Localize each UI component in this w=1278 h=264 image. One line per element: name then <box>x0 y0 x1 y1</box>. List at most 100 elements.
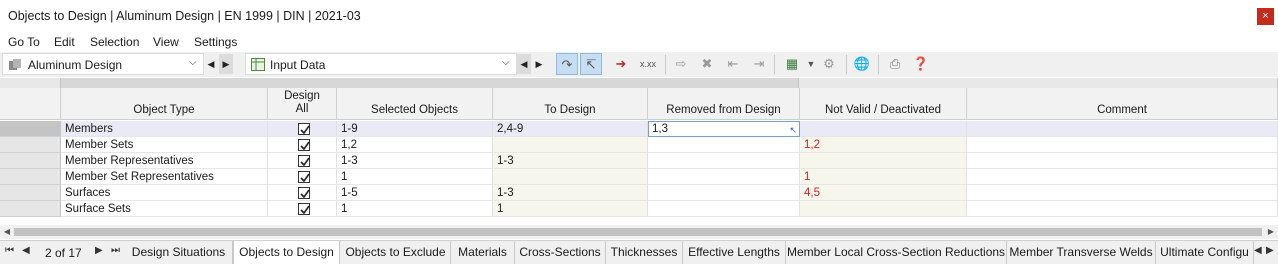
header-design-all[interactable]: Design All <box>268 88 337 120</box>
cell-comment[interactable] <box>967 137 1278 153</box>
module-combo[interactable]: Aluminum Design ⌵ <box>2 53 204 75</box>
tab-materials[interactable]: Materials <box>451 241 515 264</box>
cell-comment[interactable] <box>967 169 1278 185</box>
cell-type[interactable]: Member Sets <box>61 137 268 153</box>
globe-icon[interactable]: 🌐 <box>851 53 873 75</box>
cell-selected[interactable]: 1-3 <box>337 153 493 169</box>
cell-not-valid[interactable] <box>800 201 967 217</box>
cell-removed[interactable] <box>648 137 800 153</box>
design-all-checkbox[interactable] <box>298 171 310 183</box>
table-row[interactable]: Surfaces 1-5 1-3 4,5 <box>61 185 1278 201</box>
design-all-cell[interactable] <box>268 121 337 137</box>
select-in-graphics-icon[interactable]: ↷ <box>556 53 578 75</box>
tab-design-situations[interactable]: Design Situations <box>125 241 233 264</box>
row-header[interactable] <box>0 169 61 185</box>
cell-not-valid[interactable] <box>800 153 967 169</box>
cell-comment[interactable] <box>967 185 1278 201</box>
header-comment[interactable]: Comment <box>967 88 1278 120</box>
tabs-scroll-right-icon[interactable]: ▶ <box>1266 245 1274 256</box>
cell-to-design[interactable]: 1-3 <box>493 185 648 201</box>
cell-removed[interactable] <box>648 201 800 217</box>
cell-to-design[interactable] <box>493 169 648 185</box>
table-row[interactable]: Member Set Representatives 1 1 <box>61 169 1278 185</box>
menu-go-to[interactable]: Go To <box>8 35 40 49</box>
cell-removed[interactable] <box>648 185 800 201</box>
design-all-checkbox[interactable] <box>298 187 310 199</box>
cell-type[interactable]: Surfaces <box>61 185 268 201</box>
menu-settings[interactable]: Settings <box>194 35 237 49</box>
cell-type[interactable]: Members <box>61 121 268 137</box>
cell-removed[interactable] <box>648 169 800 185</box>
design-all-checkbox[interactable] <box>298 155 310 167</box>
cell-to-design[interactable]: 1 <box>493 201 648 217</box>
tab-cross-sections[interactable]: Cross-Sections <box>515 241 606 264</box>
horizontal-scrollbar[interactable]: ◀ ▶ <box>0 225 1278 239</box>
table-settings-icon[interactable]: ⚙ <box>818 53 840 75</box>
cell-selected[interactable]: 1,2 <box>337 137 493 153</box>
table-row[interactable]: Surface Sets 1 1 <box>61 201 1278 217</box>
design-all-cell[interactable] <box>268 153 337 169</box>
design-all-cell[interactable] <box>268 169 337 185</box>
tab-effective-lengths[interactable]: Effective Lengths <box>683 241 786 264</box>
print-icon[interactable]: ⎙ <box>884 53 906 75</box>
cell-comment[interactable] <box>967 153 1278 169</box>
tab-member-transverse-welds[interactable]: Member Transverse Welds <box>1007 241 1156 264</box>
table-row[interactable]: Member Sets 1,2 1,2 <box>61 137 1278 153</box>
design-all-cell[interactable] <box>268 137 337 153</box>
tab-member-local-cross-section-reductions[interactable]: Member Local Cross-Section Reductions <box>786 241 1007 264</box>
cell-type[interactable]: Surface Sets <box>61 201 268 217</box>
help-icon[interactable]: ❓ <box>910 53 932 75</box>
close-button[interactable]: × <box>1257 8 1274 25</box>
cell-not-valid[interactable] <box>800 121 967 137</box>
cell-removed[interactable] <box>648 153 800 169</box>
header-object-type[interactable]: Object Type <box>61 88 268 120</box>
move-right-icon[interactable]: ⇥ <box>748 53 770 75</box>
tab-objects-to-design[interactable]: Objects to Design <box>233 241 340 264</box>
next-table-button[interactable]: ▶ <box>532 54 546 74</box>
scrollbar-thumb[interactable] <box>14 228 1262 236</box>
design-all-checkbox[interactable] <box>298 139 310 151</box>
header-selected-objects[interactable]: Selected Objects <box>337 88 493 120</box>
show-numbering-icon[interactable]: x.xx <box>637 53 659 75</box>
first-page-icon[interactable]: ⏮ <box>5 245 14 256</box>
cell-type[interactable]: Member Representatives <box>61 153 268 169</box>
move-left-icon[interactable]: ⇤ <box>722 53 744 75</box>
menu-edit[interactable]: Edit <box>54 35 75 49</box>
table-combo[interactable]: Input Data ⌵ <box>245 53 517 75</box>
design-all-checkbox[interactable] <box>298 123 310 135</box>
row-header[interactable] <box>0 153 61 169</box>
prev-table-button[interactable]: ◀ <box>517 54 531 74</box>
pick-objects-icon[interactable]: ➜ <box>610 53 632 75</box>
design-all-cell[interactable] <box>268 201 337 217</box>
header-not-valid[interactable]: Not Valid / Deactivated <box>800 88 967 120</box>
removed-from-design-input[interactable]: 1,3 ↖ <box>648 121 800 137</box>
design-all-checkbox[interactable] <box>298 203 310 215</box>
last-page-icon[interactable]: ⏭ <box>111 245 120 256</box>
cell-selected[interactable]: 1 <box>337 169 493 185</box>
menu-selection[interactable]: Selection <box>90 35 139 49</box>
tab-objects-to-exclude[interactable]: Objects to Exclude <box>341 241 451 264</box>
cell-to-design[interactable]: 1-3 <box>493 153 648 169</box>
design-all-cell[interactable] <box>268 185 337 201</box>
tabs-scroll-left-icon[interactable]: ◀ <box>1254 245 1262 256</box>
row-header[interactable] <box>0 185 61 201</box>
row-header[interactable] <box>0 121 61 137</box>
pick-in-graphics-icon[interactable]: ↖ <box>789 123 797 137</box>
scroll-left-icon[interactable]: ◀ <box>0 225 14 239</box>
select-objects-icon[interactable]: ↸ <box>580 53 602 75</box>
prev-module-button[interactable]: ◀ <box>204 54 218 74</box>
cell-not-valid[interactable]: 1 <box>800 169 967 185</box>
cell-selected[interactable]: 1 <box>337 201 493 217</box>
cell-to-design[interactable]: 2,4-9 <box>493 121 648 137</box>
delete-row-icon[interactable]: ✖ <box>696 53 718 75</box>
cell-not-valid[interactable]: 4,5 <box>800 185 967 201</box>
next-module-button[interactable]: ▶ <box>219 54 233 74</box>
tab-thicknesses[interactable]: Thicknesses <box>606 241 683 264</box>
cell-to-design[interactable] <box>493 137 648 153</box>
prev-page-icon[interactable]: ◀ <box>22 245 30 256</box>
menu-view[interactable]: View <box>153 35 179 49</box>
cell-selected[interactable]: 1-5 <box>337 185 493 201</box>
cell-comment[interactable] <box>967 201 1278 217</box>
header-to-design[interactable]: To Design <box>493 88 648 120</box>
cell-not-valid[interactable]: 1,2 <box>800 137 967 153</box>
